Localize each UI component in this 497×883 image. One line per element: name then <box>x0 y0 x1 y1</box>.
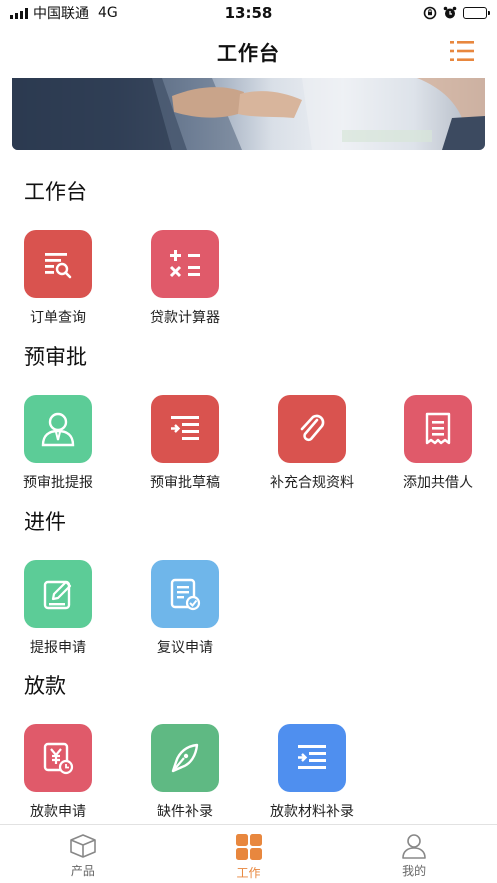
box-icon <box>70 834 96 858</box>
tab-products[interactable]: 产品 <box>0 825 166 883</box>
battery-icon <box>463 7 490 19</box>
tile-submit-application[interactable]: 提报申请 <box>0 560 123 660</box>
tab-label: 我的 <box>402 864 427 878</box>
list-menu-icon[interactable] <box>449 38 475 64</box>
tile-disbursement-application[interactable]: 放款申请 <box>0 724 123 824</box>
tile-label: 预审批草稿 <box>150 475 220 491</box>
tile-review-application[interactable]: 复议申请 <box>120 560 250 660</box>
tab-mine[interactable]: 我的 <box>331 825 497 883</box>
status-bar: 中国联通 4G 13:58 <box>0 0 497 26</box>
review-document-icon <box>151 560 219 628</box>
handshake-photo <box>12 78 485 150</box>
signal-icon <box>10 7 28 19</box>
page-title: 工作台 <box>217 40 280 65</box>
tab-label: 产品 <box>70 864 95 878</box>
pen-nib-icon <box>151 724 219 792</box>
tile-add-coborrower[interactable]: 添加共借人 <box>373 395 497 495</box>
calculator-icon <box>151 230 219 298</box>
rotation-lock-icon <box>423 6 437 20</box>
carrier-label: 中国联通 <box>33 6 89 22</box>
grid-icon <box>235 834 262 860</box>
tile-compliance-docs[interactable]: 补充合规资料 <box>247 395 377 495</box>
tab-work[interactable]: 工作 <box>166 825 332 883</box>
tile-label: 放款材料补录 <box>270 804 354 820</box>
section-title-application: 进件 <box>24 510 66 534</box>
status-right <box>423 6 490 20</box>
paperclip-icon <box>278 395 346 463</box>
draft-list-icon <box>151 395 219 463</box>
tile-label: 补充合规资料 <box>270 475 354 491</box>
yuan-clock-icon <box>24 724 92 792</box>
alarm-icon <box>443 6 457 19</box>
tile-label: 复议申请 <box>157 640 213 656</box>
tile-disbursement-materials[interactable]: 放款材料补录 <box>247 724 377 824</box>
tile-preapproval-submit[interactable]: 预审批提报 <box>0 395 123 495</box>
person-icon <box>24 395 92 463</box>
tile-label: 预审批提报 <box>23 475 93 491</box>
tile-loan-calculator[interactable]: 贷款计算器 <box>120 230 250 330</box>
network-label: 4G <box>98 5 118 21</box>
tile-order-search[interactable]: 订单查询 <box>0 230 123 330</box>
section-title-disbursement: 放款 <box>24 674 66 698</box>
nav-bar: 工作台 <box>0 26 497 76</box>
tile-label: 订单查询 <box>30 310 86 326</box>
material-list-icon <box>278 724 346 792</box>
tile-label: 添加共借人 <box>403 475 473 491</box>
edit-icon <box>24 560 92 628</box>
tab-bar: 产品 工作 我的 <box>0 824 497 883</box>
user-icon <box>402 834 426 859</box>
tile-label: 提报申请 <box>30 640 86 656</box>
tab-label: 工作 <box>236 866 261 880</box>
tile-preapproval-draft[interactable]: 预审批草稿 <box>120 395 250 495</box>
screen: 中国联通 4G 13:58 工作台 工作台 订单查询 贷款计算器 预审批 预审批… <box>0 0 497 883</box>
order-search-icon <box>24 230 92 298</box>
tile-label: 贷款计算器 <box>150 310 220 326</box>
section-title-preapproval: 预审批 <box>24 345 87 369</box>
section-title-workbench: 工作台 <box>24 180 87 204</box>
tile-label: 缺件补录 <box>157 804 213 820</box>
tile-missing-docs[interactable]: 缺件补录 <box>120 724 250 824</box>
status-left: 中国联通 4G <box>10 3 118 23</box>
banner-image[interactable] <box>12 78 485 150</box>
receipt-icon <box>404 395 472 463</box>
tile-label: 放款申请 <box>30 804 86 820</box>
